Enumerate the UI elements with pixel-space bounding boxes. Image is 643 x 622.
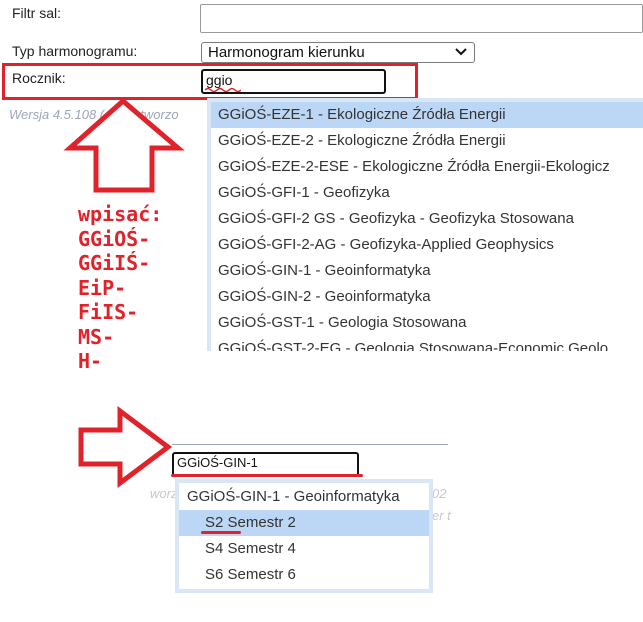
example-bg-text-right2: er t [432,508,451,523]
example-divider [172,444,448,445]
example-bg-text-right: 02 [432,486,447,501]
example-group-header: GGiOŚ-GIN-1 - Geoinformatyka [187,488,400,505]
example-semester-option[interactable]: S6 Semestr 6 [179,562,429,588]
example-autocomplete-dropdown: GGiOŚ-GIN-1 - Geoinformatyka S2 Semestr … [175,479,433,593]
year-autocomplete-dropdown: GGiOŚ-EZE-1 - Ekologiczne Źródła Energii… [207,98,643,351]
up-arrow-icon [63,97,185,193]
dropdown-option[interactable]: GGiOŚ-EZE-2-ESE - Ekologiczne Źródła Ene… [211,154,643,180]
instruction-note: wpisać: GGiOŚ- GGiIŚ- EiP- FiIS- MS- H- [78,202,163,373]
dropdown-option[interactable]: GGiOŚ-GFI-2 GS - Geofizyka - Geofizyka S… [211,206,643,232]
dropdown-option[interactable]: GGiOŚ-EZE-1 - Ekologiczne Źródła Energii [211,102,643,128]
right-arrow-icon [78,406,173,488]
dropdown-option[interactable]: GGiOŚ-GFI-2-AG - Geofizyka-Applied Geoph… [211,232,643,258]
dropdown-option[interactable]: GGiOŚ-GFI-1 - Geofizyka [211,180,643,206]
dropdown-option[interactable]: GGiOŚ-GIN-1 - Geoinformatyka [211,258,643,284]
example-input-underline [171,474,363,477]
dropdown-option[interactable]: GGiOŚ-GIN-2 - Geoinformatyka [211,284,643,310]
chevron-down-icon [455,48,467,56]
room-filter-input[interactable] [200,4,643,33]
room-filter-label: Filtr sal: [12,5,61,21]
example-year-input-value: GGiOŚ-GIN-1 [177,455,258,470]
schedule-type-value: Harmonogram kierunku [208,44,365,61]
dropdown-option[interactable]: GGiOŚ-EZE-2 - Ekologiczne Źródła Energii [211,128,643,154]
schedule-type-label: Typ harmonogramu: [12,43,138,59]
dropdown-option[interactable]: GGiOŚ-GST-2-EG - Geologia Stosowana-Econ… [211,336,643,351]
example-option-underline [201,531,241,534]
example-semester-option[interactable]: S4 Semestr 4 [179,536,429,562]
schedule-type-select[interactable]: Harmonogram kierunku [201,42,475,63]
dropdown-option[interactable]: GGiOŚ-GST-1 - Geologia Stosowana [211,310,643,336]
